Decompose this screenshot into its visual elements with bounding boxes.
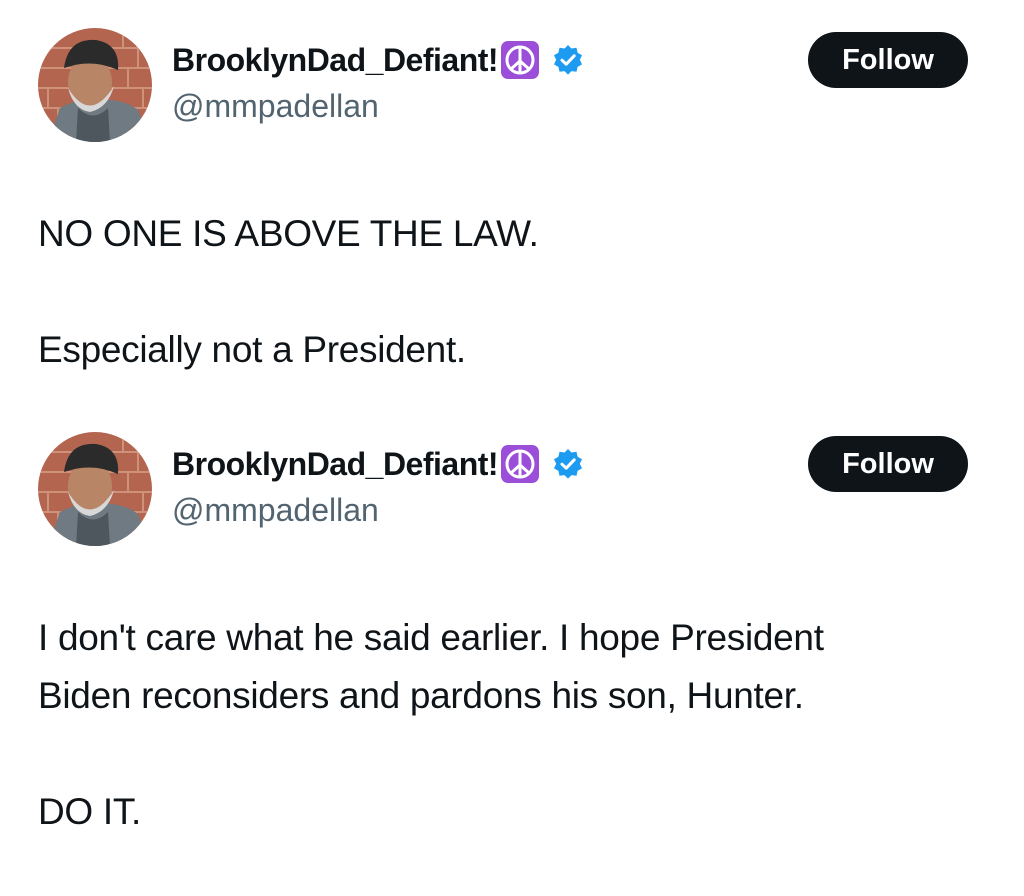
author-handle[interactable]: @mmpadellan [172,88,379,125]
tweet-paragraph: Especially not a President. [38,329,466,370]
author-handle[interactable]: @mmpadellan [172,492,379,529]
tweet-paragraph: NO ONE IS ABOVE THE LAW. [38,213,539,254]
verified-badge-icon [552,44,584,76]
follow-button[interactable]: Follow [808,32,968,88]
author-display-name[interactable]: BrooklynDad_Defiant! [172,446,499,483]
peace-symbol-icon [500,40,540,80]
tweet-paragraph: DO IT. [38,791,142,832]
tweet-paragraph: Biden reconsiders and pardons his son, H… [38,675,804,716]
author-name-row: BrooklynDad_Defiant! [172,442,584,486]
avatar[interactable] [38,28,152,142]
follow-button[interactable]: Follow [808,436,968,492]
verified-badge-icon [552,448,584,480]
author-name-row: BrooklynDad_Defiant! [172,38,584,82]
peace-symbol-icon [500,444,540,484]
tweet-paragraph: I don't care what he said earlier. I hop… [38,617,824,658]
author-display-name[interactable]: BrooklynDad_Defiant! [172,42,499,79]
avatar[interactable] [38,432,152,546]
